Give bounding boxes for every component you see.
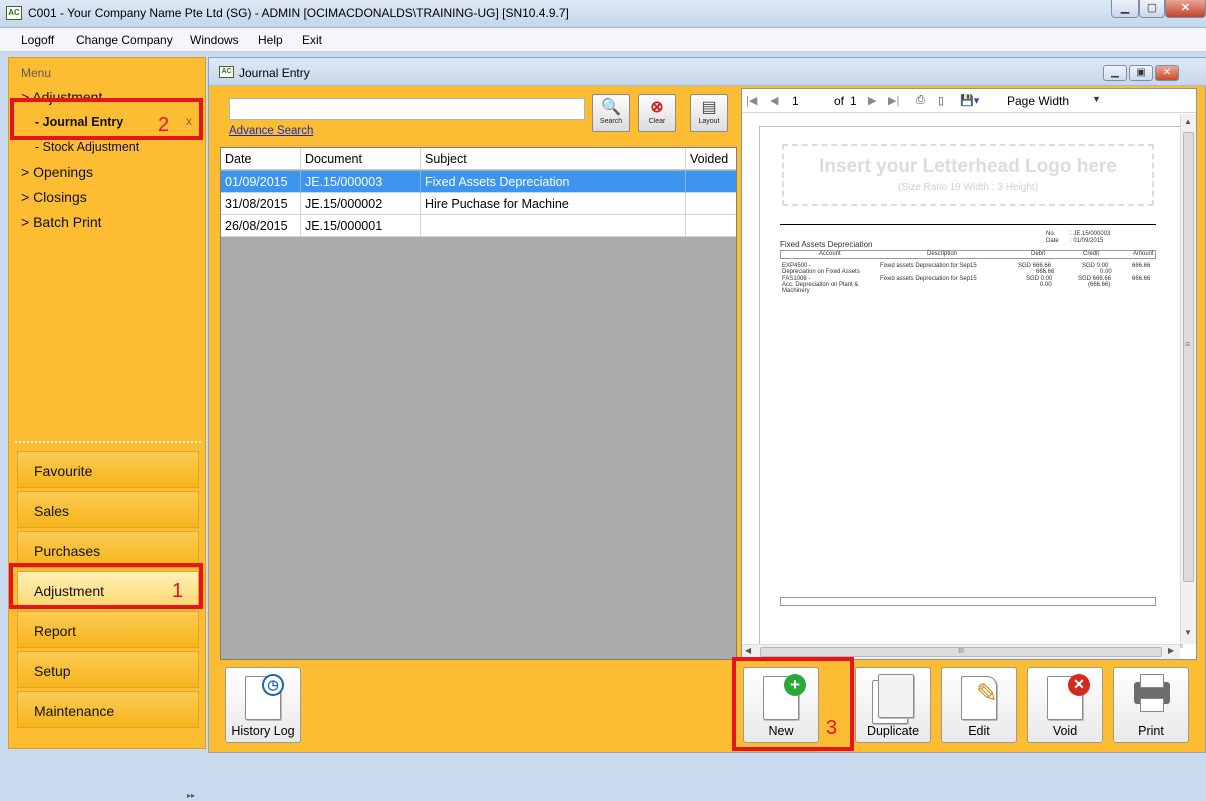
- annotation-number-1: 1: [172, 580, 184, 602]
- page-setup-icon[interactable]: ▯: [938, 94, 944, 107]
- page-of-label: of: [834, 94, 845, 108]
- splitter-grip[interactable]: [15, 441, 201, 445]
- table-row[interactable]: 26/08/2015 JE.15/000001: [221, 215, 736, 237]
- nav-sales[interactable]: Sales: [17, 491, 199, 528]
- report-divider: [780, 224, 1156, 225]
- sidebar-scroll-icon[interactable]: ▸▸: [187, 791, 199, 801]
- first-page-icon[interactable]: |◀: [746, 94, 757, 107]
- scrollbar-thumb[interactable]: ≡: [1183, 132, 1194, 582]
- child-minimize-icon[interactable]: ▁: [1103, 65, 1127, 81]
- nav-report[interactable]: Report: [17, 611, 199, 648]
- journal-window-titlebar: AC Journal Entry ▁ ▣ ✕: [209, 58, 1206, 86]
- report-preview: |◀ ◀ 1 of 1 ▶ ▶| ⎙ ▯ 💾▾ Page Width ▼ Ins…: [741, 88, 1197, 660]
- journal-window-title: Journal Entry: [239, 66, 310, 80]
- scroll-right-icon[interactable]: ▶: [1168, 646, 1174, 655]
- menu-exit[interactable]: Exit: [302, 33, 322, 47]
- clock-icon: ◷: [262, 674, 284, 696]
- preview-toolbar: |◀ ◀ 1 of 1 ▶ ▶| ⎙ ▯ 💾▾ Page Width ▼: [742, 89, 1196, 113]
- menu-change-company[interactable]: Change Company: [76, 33, 173, 47]
- report-heading: Fixed Assets Depreciation: [780, 240, 873, 249]
- sidebar-heading: Menu: [21, 66, 52, 80]
- report-footer-box: [780, 597, 1156, 606]
- pencil-icon: ✎: [976, 678, 998, 708]
- child-close-icon[interactable]: ✕: [1155, 65, 1179, 81]
- journal-grid: Date Document Subject Voided 01/09/2015 …: [220, 147, 737, 660]
- tree-item-batch-print[interactable]: > Batch Print: [21, 214, 102, 230]
- column-subject[interactable]: Subject: [421, 148, 686, 170]
- preview-canvas: Insert your Letterhead Logo here (Size R…: [742, 114, 1181, 646]
- last-page-icon[interactable]: ▶|: [888, 94, 899, 107]
- layout-button[interactable]: ▤ Layout: [690, 94, 728, 132]
- magnifier-icon: 🔍: [601, 99, 621, 116]
- journal-entry-window: AC Journal Entry ▁ ▣ ✕ Advance Search 🔍 …: [208, 57, 1206, 753]
- tree-item-closings[interactable]: > Closings: [21, 189, 87, 205]
- void-icon: ✕: [1068, 674, 1090, 696]
- layout-icon: ▤: [701, 99, 717, 116]
- tree-item-openings[interactable]: > Openings: [21, 164, 93, 180]
- window-title: C001 - Your Company Name Pte Ltd (SG) - …: [28, 6, 569, 20]
- scroll-up-icon[interactable]: ▲: [1184, 117, 1192, 126]
- advance-search-link[interactable]: Advance Search: [229, 125, 313, 137]
- search-button[interactable]: 🔍 Search: [592, 94, 630, 132]
- export-icon[interactable]: 💾▾: [960, 94, 979, 107]
- column-document[interactable]: Document: [301, 148, 421, 170]
- edit-button[interactable]: ✎ Edit: [941, 667, 1017, 743]
- app-logo-icon: AC: [6, 6, 22, 20]
- annotation-number-3: 3: [826, 717, 838, 739]
- table-row[interactable]: 01/09/2015 JE.15/000003 Fixed Assets Dep…: [221, 171, 736, 193]
- search-input[interactable]: [229, 98, 585, 120]
- column-date[interactable]: Date: [221, 148, 301, 170]
- zoom-select[interactable]: Page Width: [1007, 94, 1069, 108]
- scroll-left-icon[interactable]: ◀: [745, 646, 751, 655]
- history-log-button[interactable]: ◷ History Log: [225, 667, 301, 743]
- minimize-icon[interactable]: ▁: [1111, 0, 1139, 18]
- menu-help[interactable]: Help: [258, 33, 283, 47]
- menu-bar: Logoff Change Company Windows Help Exit: [0, 28, 1206, 52]
- menu-logoff[interactable]: Logoff: [21, 33, 54, 47]
- grid-header: Date Document Subject Voided: [221, 148, 736, 170]
- duplicate-button[interactable]: Duplicate: [855, 667, 931, 743]
- child-restore-icon[interactable]: ▣: [1129, 65, 1153, 81]
- annotation-number-2: 2: [158, 114, 170, 136]
- duplicate-icon: [878, 674, 914, 718]
- app-logo-icon: AC: [219, 66, 234, 78]
- void-button[interactable]: ✕ Void: [1027, 667, 1103, 743]
- page-total: 1: [850, 94, 857, 108]
- table-row[interactable]: 31/08/2015 JE.15/000002 Hire Puchase for…: [221, 193, 736, 215]
- scrollbar-thumb[interactable]: III: [760, 647, 1162, 657]
- clear-button[interactable]: ⊗ Clear: [638, 94, 676, 132]
- scroll-down-icon[interactable]: ▼: [1184, 628, 1192, 637]
- column-voided[interactable]: Voided: [686, 148, 736, 170]
- menu-windows[interactable]: Windows: [190, 33, 239, 47]
- nav-maintenance[interactable]: Maintenance: [17, 691, 199, 728]
- report-page: Insert your Letterhead Logo here (Size R…: [759, 126, 1181, 646]
- title-bar: AC C001 - Your Company Name Pte Ltd (SG)…: [0, 0, 1206, 28]
- chevron-down-icon[interactable]: ▼: [1092, 94, 1101, 104]
- tree-item-stock-adjustment[interactable]: - Stock Adjustment: [35, 140, 139, 154]
- next-page-icon[interactable]: ▶: [868, 94, 876, 107]
- nav-favourite[interactable]: Favourite: [17, 451, 199, 488]
- clear-icon: ⊗: [650, 99, 664, 116]
- print-button[interactable]: Print: [1113, 667, 1189, 743]
- close-icon[interactable]: ✕: [1165, 0, 1206, 18]
- annotation-box-2: [10, 98, 203, 140]
- preview-vertical-scrollbar[interactable]: ▲ ≡ ▼: [1180, 114, 1196, 644]
- prev-page-icon[interactable]: ◀: [770, 94, 778, 107]
- nav-setup[interactable]: Setup: [17, 651, 199, 688]
- current-page-input[interactable]: 1: [792, 94, 799, 108]
- sidebar: Menu > Adjustment - Journal Entry x - St…: [8, 57, 206, 800]
- print-icon[interactable]: ⎙: [916, 94, 925, 107]
- maximize-icon[interactable]: ▢: [1139, 0, 1165, 18]
- letterhead-placeholder: Insert your Letterhead Logo here (Size R…: [782, 144, 1154, 206]
- report-table-header: Account Description Debit Credit Amount: [780, 250, 1156, 259]
